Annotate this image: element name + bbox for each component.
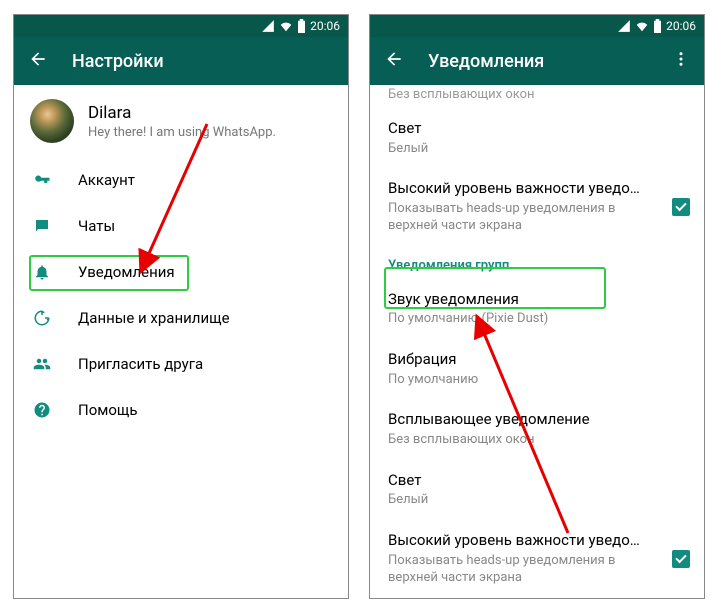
pref-title: Высокий уровень важности уведомлений (388, 531, 648, 551)
pref-light[interactable]: Свет Белый (370, 108, 704, 168)
key-icon (32, 171, 52, 189)
menu-label: Данные и хранилище (78, 309, 230, 327)
menu-data-storage[interactable]: Данные и хранилище (14, 295, 348, 341)
pref-sub: По умолчанию (Pixie Dust) (388, 311, 688, 328)
profile-row[interactable]: Dilara Hey there! I am using WhatsApp. (14, 85, 348, 157)
pref-title: Свет (388, 119, 688, 139)
menu-help[interactable]: Помощь (14, 387, 348, 433)
profile-name: Dilara (88, 103, 332, 123)
help-icon (32, 401, 52, 419)
menu-label: Помощь (78, 401, 138, 419)
app-bar: Уведомления (370, 37, 704, 85)
menu-chats[interactable]: Чаты (14, 203, 348, 249)
pref-sub: По умолчанию (388, 372, 498, 389)
phone-notifications: 20:06 Уведомления Без всплывающих окон С… (369, 14, 705, 599)
menu-invite[interactable]: Пригласить друга (14, 341, 348, 387)
people-icon (32, 355, 52, 373)
menu-label: Аккаунт (78, 171, 135, 189)
menu-label: Пригласить друга (78, 355, 203, 373)
pref-high-priority-2[interactable]: Высокий уровень важности уведомлений Пок… (370, 520, 704, 597)
status-bar: 20:06 (370, 15, 704, 37)
battery-icon (297, 19, 306, 33)
pref-title: Звук уведомления (388, 290, 688, 310)
chat-icon (32, 217, 52, 235)
section-calls: Уведомления звонков (370, 598, 704, 599)
menu-label: Чаты (78, 217, 115, 235)
page-title: Уведомления (428, 51, 544, 72)
menu-label: Уведомления (78, 263, 175, 281)
pref-high-priority[interactable]: Высокий уровень важности уведомлений Пок… (370, 168, 704, 245)
checkbox-icon[interactable] (672, 198, 690, 216)
pref-popup-partial: Без всплывающих окон (370, 85, 704, 108)
signal-icon (617, 19, 631, 33)
avatar (30, 99, 74, 143)
profile-texts: Dilara Hey there! I am using WhatsApp. (88, 103, 332, 140)
page-title: Настройки (72, 51, 164, 72)
profile-status: Hey there! I am using WhatsApp. (88, 125, 332, 140)
pref-title: Всплывающее уведомление (388, 410, 688, 430)
status-time: 20:06 (666, 19, 696, 33)
phone-settings: 20:06 Настройки Dilara Hey there! I am u… (13, 14, 349, 599)
back-icon[interactable] (384, 49, 404, 73)
pref-title: Свет (388, 471, 688, 491)
back-icon[interactable] (28, 49, 48, 73)
checkbox-icon[interactable] (672, 550, 690, 568)
data-icon (32, 309, 52, 327)
signal-icon (261, 19, 275, 33)
pref-sub: Показывать heads-up уведомления в верхне… (388, 553, 643, 587)
pref-title: Высокий уровень важности уведомлений (388, 179, 648, 199)
pref-vibration[interactable]: Вибрация По умолчанию (370, 339, 704, 399)
pref-sub: Белый (388, 141, 688, 158)
wifi-icon (279, 19, 293, 33)
status-bar: 20:06 (14, 15, 348, 37)
pref-sound[interactable]: Звук уведомления По умолчанию (Pixie Dus… (370, 279, 704, 339)
pref-title: Вибрация (388, 350, 688, 370)
pref-light-2[interactable]: Свет Белый (370, 460, 704, 520)
menu-notifications[interactable]: Уведомления (14, 249, 348, 295)
app-bar: Настройки (14, 37, 348, 85)
bell-icon (32, 263, 52, 281)
pref-sub: Без всплывающих окон (388, 432, 688, 449)
section-groups: Уведомления групп (370, 246, 704, 279)
pref-sub: Показывать heads-up уведомления в верхне… (388, 201, 643, 235)
wifi-icon (635, 19, 649, 33)
overflow-menu-icon[interactable] (672, 50, 690, 72)
status-time: 20:06 (310, 19, 340, 33)
pref-popup[interactable]: Всплывающее уведомление Без всплывающих … (370, 399, 704, 459)
battery-icon (653, 19, 662, 33)
pref-sub: Белый (388, 492, 688, 509)
menu-account[interactable]: Аккаунт (14, 157, 348, 203)
